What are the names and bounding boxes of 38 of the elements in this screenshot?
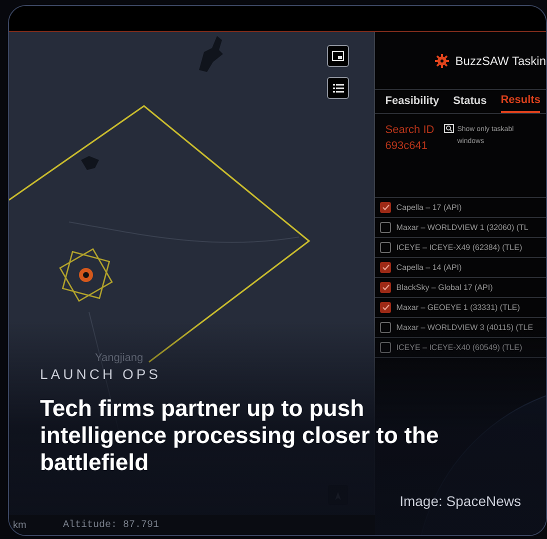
window-icon [332,51,344,61]
satellite-name: Capella – 14 (API) [396,262,462,274]
satellite-name: Maxar – GEOEYE 1 (33331) (TLE) [396,302,520,314]
search-id-label: Search ID [385,123,434,138]
gear-icon [435,54,450,68]
image-credit: Image: SpaceNews [400,492,521,511]
list-icon [332,84,344,92]
unit-dropdown[interactable]: km [13,518,47,532]
satellite-checkbox[interactable] [380,342,392,353]
satellite-checkbox[interactable] [380,302,392,313]
lake-drawing [81,156,99,170]
picture-in-picture-button[interactable] [327,45,349,67]
satellite-name: Capella – 17 (API) [396,202,462,214]
satellite-checkbox[interactable] [380,222,392,233]
satellite-checkbox[interactable] [380,202,392,213]
satellite-name: Maxar – WORLDVIEW 3 (40115) (TLE [396,322,534,334]
category-label: LAUNCH OPS [40,365,162,384]
list-button[interactable] [327,77,349,99]
search-icon [444,124,454,133]
panel-tab[interactable]: Status [453,90,487,113]
footprint-squares-drawing [59,248,113,302]
satellite-checkbox[interactable] [380,282,392,293]
panel-tab[interactable]: Feasibility [385,90,440,113]
panel-tab[interactable]: Results [500,90,540,113]
satellite-name: BlackSky – Global 17 (API) [396,282,493,294]
satellite-name: Maxar – WORLDVIEW 1 (32060) (TL [396,222,528,234]
satellite-checkbox[interactable] [380,322,392,333]
place-label: Yangjiang [95,351,144,366]
satellite-checkbox[interactable] [380,242,392,253]
satellite-name: ICEYE – ICEYE-X40 (60549) (TLE) [396,342,522,354]
article-card[interactable] [8,5,547,536]
altitude-readout: Altitude: 87.791 [63,518,160,532]
lake-drawing [199,36,223,72]
satellite-name: ICEYE – ICEYE-X49 (62384) (TLE) [396,242,522,254]
article-headline: Tech firms partner up to push intelligence processing closer to the battlefield [40,395,440,476]
panel-title: BuzzSAW Taskin [455,52,546,70]
search-id-value: 693c641 [385,139,429,154]
satellite-checkbox[interactable] [380,262,392,273]
